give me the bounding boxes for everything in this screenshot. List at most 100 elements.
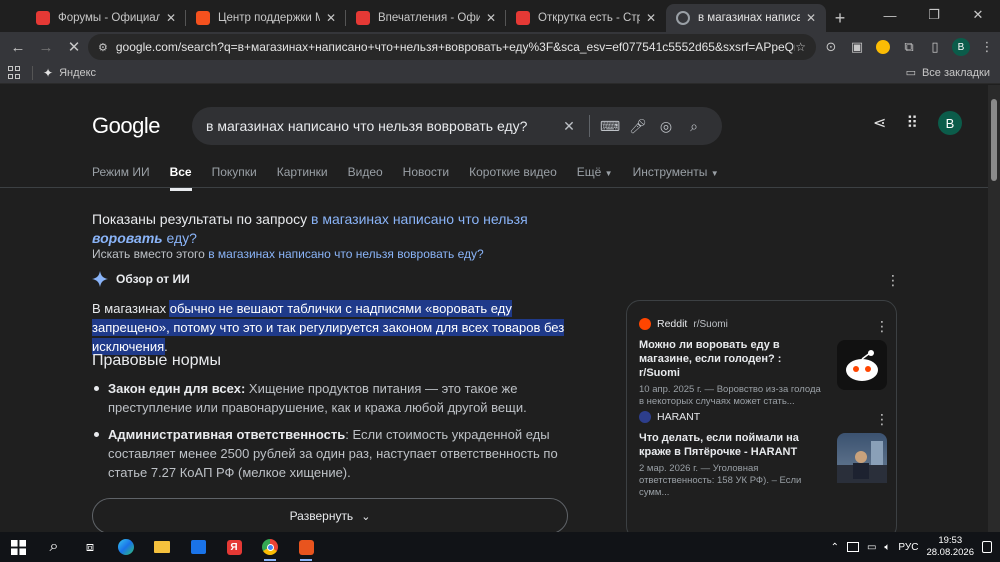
windows-taskbar: ⌕ ⧈ Я ⌃ ▭ 🔈︎ РУС 19:53 28.08.2026 bbox=[0, 532, 1000, 562]
gemini-sparkle-icon bbox=[92, 271, 108, 287]
language-indicator[interactable]: РУС bbox=[898, 542, 918, 553]
close-window-icon[interactable]: ✕ bbox=[956, 0, 1000, 30]
close-tab-icon[interactable]: ✕ bbox=[646, 11, 656, 25]
google-account-avatar[interactable]: B bbox=[938, 111, 962, 135]
loading-favicon-icon bbox=[676, 11, 690, 25]
address-bar[interactable]: ⚙ google.com/search?q=в+магазинах+написа… bbox=[88, 34, 816, 60]
notifications-icon[interactable] bbox=[982, 541, 992, 553]
tab-title: Открутка есть - Страница 2 bbox=[538, 12, 640, 24]
tab-title: в магазинах написано что н bbox=[698, 12, 800, 24]
shield-favicon-icon bbox=[196, 11, 210, 25]
close-tab-icon[interactable]: ✕ bbox=[166, 11, 176, 25]
clock[interactable]: 19:53 28.08.2026 bbox=[926, 535, 974, 559]
bookmark-yandex[interactable]: ✦ Яндекс bbox=[43, 66, 96, 80]
yandex-star-icon: ✦ bbox=[43, 65, 54, 80]
browser-tab-1[interactable]: Форумы - Официальный ф ✕ bbox=[26, 4, 186, 32]
network-icon[interactable]: ▭ bbox=[867, 542, 876, 553]
file-explorer-icon[interactable] bbox=[144, 532, 180, 562]
expand-button[interactable]: Развернуть ⌄ bbox=[92, 498, 568, 532]
source-title[interactable]: Можно ли воровать еду в магазине, если г… bbox=[639, 338, 819, 380]
clear-search-icon[interactable]: ✕ bbox=[555, 118, 583, 135]
tab-title: Центр поддержки Мир тан bbox=[218, 12, 320, 24]
section-heading: Правовые нормы bbox=[92, 352, 221, 369]
source-snippet: 10 апр. 2025 г. — Воровство из-за голода… bbox=[639, 384, 821, 407]
source-more-icon[interactable]: ⋮ bbox=[875, 411, 889, 428]
browser-tab-2[interactable]: Центр поддержки Мир тан ✕ bbox=[186, 4, 346, 32]
extension-check-icon[interactable] bbox=[870, 34, 896, 60]
forward-arrow-icon[interactable]: → bbox=[32, 33, 60, 61]
tab-title: Форумы - Официальный ф bbox=[58, 12, 160, 24]
tray-app-icon[interactable] bbox=[846, 542, 859, 552]
window-controls: — ❐ ✕ bbox=[868, 0, 1000, 30]
extension-alert-icon[interactable]: ⊙ bbox=[818, 34, 844, 60]
back-arrow-icon[interactable]: ← bbox=[4, 33, 32, 61]
ai-overview-header: Обзор от ИИ bbox=[92, 271, 190, 287]
all-bookmarks-button[interactable]: ▭ Все закладки bbox=[906, 66, 990, 80]
shield-favicon-icon bbox=[356, 11, 370, 25]
extension-square-icon[interactable]: ▣ bbox=[844, 34, 870, 60]
edge-browser-icon[interactable] bbox=[108, 532, 144, 562]
keyboard-icon[interactable]: ⌨ bbox=[596, 118, 624, 135]
tray-overflow-chevron-icon[interactable]: ⌃ bbox=[831, 542, 839, 553]
search-input[interactable]: в магазинах написано что нельзя вовроват… bbox=[206, 118, 555, 134]
list-item: Закон един для всех: Хищение продуктов п… bbox=[94, 379, 578, 417]
original-query-link[interactable]: в магазинах написано что нельзя вовроват… bbox=[208, 247, 484, 261]
google-lens-icon[interactable]: ◎ bbox=[652, 118, 680, 135]
sidebar-icon[interactable]: ▯ bbox=[922, 34, 948, 60]
url-text: google.com/search?q=в+магазинах+написано… bbox=[115, 40, 795, 54]
stop-loading-icon[interactable]: ✕ bbox=[60, 33, 88, 61]
header-actions: ⋖ ⠿ B bbox=[873, 111, 962, 135]
browser-tab-active[interactable]: в магазинах написано что н ✕ bbox=[666, 4, 826, 32]
reddit-thumbnail bbox=[837, 340, 887, 390]
game-app-icon[interactable] bbox=[288, 532, 324, 562]
shield-favicon-icon bbox=[36, 11, 50, 25]
puzzle-extensions-icon[interactable]: ⧉ bbox=[896, 34, 922, 60]
chevron-down-icon: ▼ bbox=[604, 169, 613, 178]
microphone-icon[interactable]: 🎤︎ bbox=[624, 118, 652, 135]
toolbar-extensions: ⊙ ▣ ⧉ ▯ B ⋮ bbox=[818, 34, 1000, 60]
browser-toolbar: ← → ✕ ⚙ google.com/search?q=в+магазинах+… bbox=[0, 32, 1000, 62]
search-divider bbox=[589, 115, 590, 137]
ai-overview-more-icon[interactable]: ⋮ bbox=[886, 272, 900, 289]
browser-menu-icon[interactable]: ⋮ bbox=[974, 34, 1000, 60]
minimize-icon[interactable]: — bbox=[868, 0, 912, 30]
close-tab-icon[interactable]: ✕ bbox=[326, 11, 336, 25]
yandex-browser-icon[interactable]: Я bbox=[216, 532, 252, 562]
profile-button[interactable]: B bbox=[948, 34, 974, 60]
google-logo[interactable]: Google bbox=[92, 113, 160, 139]
close-tab-icon[interactable]: ✕ bbox=[486, 11, 496, 25]
apps-grid-icon[interactable] bbox=[8, 65, 22, 80]
search-icon[interactable]: ⌕ bbox=[680, 118, 708, 135]
browser-tab-3[interactable]: Впечатления - Официальн ✕ bbox=[346, 4, 506, 32]
share-icon[interactable]: ⋖ bbox=[873, 113, 886, 133]
page-scrollbar[interactable] bbox=[988, 85, 1000, 532]
outlook-icon[interactable] bbox=[180, 532, 216, 562]
chrome-icon[interactable] bbox=[252, 532, 288, 562]
source-card-harant[interactable]: HARANT Что делать, если поймали на краже… bbox=[639, 411, 896, 499]
search-results-page: Google в магазинах написано что нельзя в… bbox=[0, 85, 988, 532]
task-view-icon[interactable]: ⧈ bbox=[72, 532, 108, 562]
search-box[interactable]: в магазинах написано что нельзя вовроват… bbox=[192, 107, 722, 145]
google-apps-icon[interactable]: ⠿ bbox=[906, 113, 918, 133]
site-settings-icon[interactable]: ⚙ bbox=[98, 41, 108, 54]
volume-icon[interactable]: 🔈︎ bbox=[884, 542, 890, 553]
nav-divider bbox=[0, 187, 988, 188]
reddit-icon bbox=[639, 318, 651, 330]
start-windows-icon[interactable] bbox=[0, 532, 36, 562]
maximize-icon[interactable]: ❐ bbox=[912, 0, 956, 30]
browser-tab-4[interactable]: Открутка есть - Страница 2 ✕ bbox=[506, 4, 666, 32]
bookmarks-bar: ✦ Яндекс ▭ Все закладки bbox=[0, 62, 1000, 84]
source-title[interactable]: Что делать, если поймали на краже в Пятё… bbox=[639, 431, 819, 459]
source-more-icon[interactable]: ⋮ bbox=[875, 318, 889, 335]
source-card-reddit[interactable]: Reddit r/Suomi Можно ли воровать еду в м… bbox=[639, 318, 896, 408]
shield-favicon-icon bbox=[516, 11, 530, 25]
taskbar-search-icon[interactable]: ⌕ bbox=[36, 532, 72, 562]
ai-overview-intro: В магазинах обычно не вешают таблички с … bbox=[92, 301, 565, 354]
new-tab-button[interactable]: + bbox=[826, 4, 854, 32]
close-tab-icon[interactable]: ✕ bbox=[806, 11, 816, 25]
tab-title: Впечатления - Официальн bbox=[378, 12, 480, 24]
bookmarks-divider bbox=[32, 65, 33, 80]
bookmark-star-icon[interactable]: ☆ bbox=[795, 40, 806, 54]
chevron-down-icon: ▼ bbox=[710, 169, 719, 178]
ai-sources-panel: Reddit r/Suomi Можно ли воровать еду в м… bbox=[626, 300, 897, 532]
